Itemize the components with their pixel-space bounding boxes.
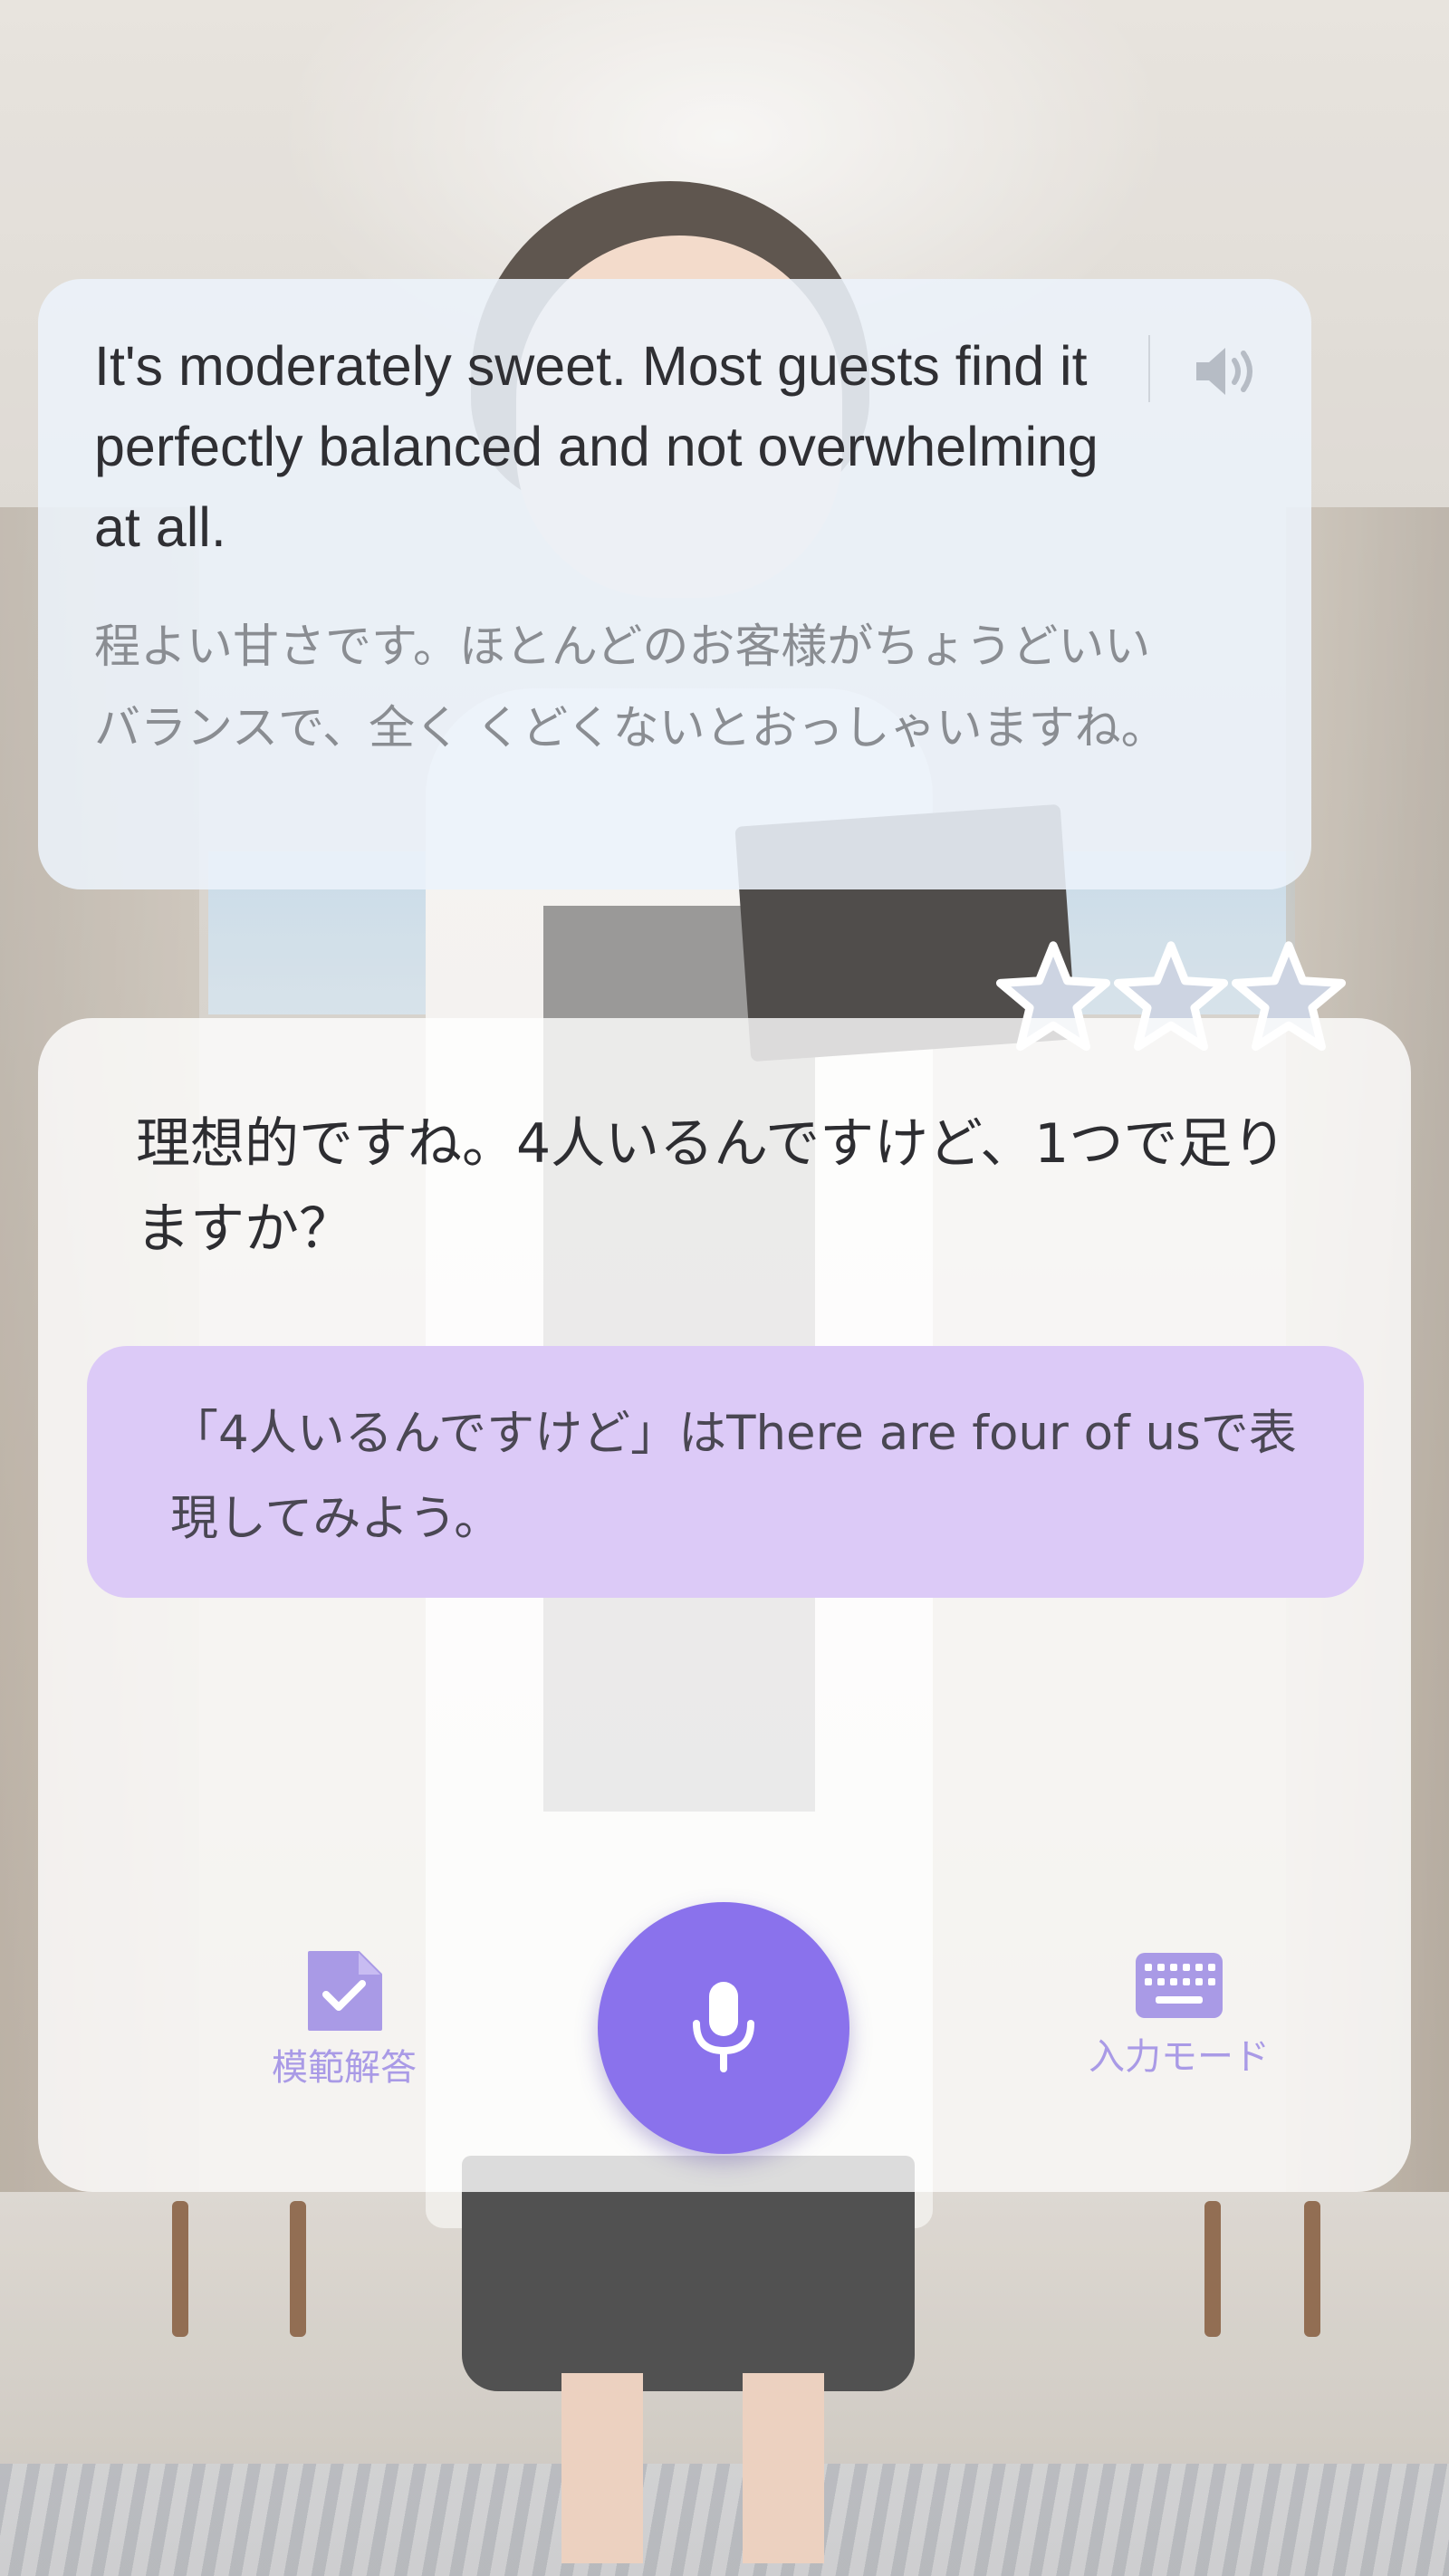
hint-text: 「4人いるんですけど」はThere are four of usで表現してみよう… <box>170 1406 1297 1546</box>
input-mode-button[interactable]: 入力モード <box>1007 1949 1351 2080</box>
bubble-japanese-text: 程よい甘さです。ほとんどのお客様がちょうどいいバランスで、全く くどくないとおっ… <box>94 620 1167 755</box>
checked-document-icon <box>308 1951 382 2031</box>
speaker-icon <box>1196 348 1252 395</box>
model-answer-label: 模範解答 <box>272 2047 417 2089</box>
microphone-button[interactable] <box>598 1902 849 2154</box>
bubble-english-text: It's moderately sweet. Most guests find … <box>94 335 1099 558</box>
input-mode-label: 入力モード <box>1089 2036 1270 2078</box>
prompt-text: 理想的ですね。4人いるんですけど、1つで足りますか？ <box>136 1112 1287 1261</box>
hint-box: 「4人いるんですけど」はThere are four of usで表現してみよう… <box>87 1346 1364 1598</box>
model-answer-button[interactable]: 模範解答 <box>217 1949 471 2091</box>
keyboard-icon <box>1136 1953 1223 2018</box>
microphone-icon <box>693 1982 754 2072</box>
play-audio-button[interactable] <box>1190 333 1266 409</box>
prompt-card: 理想的ですね。4人いるんですけど、1つで足りますか？ 「4人いるんですけど」はT… <box>38 1018 1411 2192</box>
speech-bubble: It's moderately sweet. Most guests find … <box>38 279 1311 889</box>
bubble-divider <box>1148 335 1150 402</box>
